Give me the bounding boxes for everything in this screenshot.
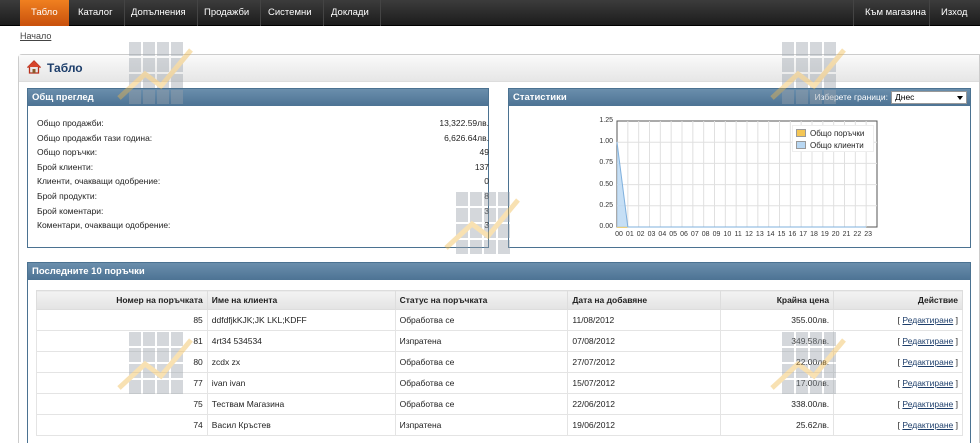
y-tick-label: 1.25 (599, 117, 613, 124)
order-date: 27/07/2012 (567, 351, 722, 373)
order-action-cell: [ Редактиране ] (833, 414, 963, 436)
col-header-status[interactable]: Статус на поръчката (394, 290, 569, 310)
table-row: 74 Васил Кръстев Изпратена 19/06/2012 25.62л… (36, 414, 963, 436)
table-row: 80 zcdx zx Обработва се 27/07/2012 22.00лв.[… (36, 351, 963, 373)
order-action-cell: [ Редактиране ] (833, 393, 963, 415)
y-tick-label: 1.00 (599, 138, 613, 146)
order-id: 80 (36, 351, 208, 373)
order-date: 11/08/2012 (567, 309, 722, 331)
order-action-cell: [ Редактиране ] (833, 351, 963, 373)
edit-order-link[interactable]: Редактиране (902, 420, 953, 430)
order-id: 81 (36, 330, 208, 352)
order-status: Обработва се (394, 351, 569, 373)
col-header-date[interactable]: Дата на добавяне (567, 290, 722, 310)
order-date: 15/07/2012 (567, 372, 722, 394)
order-action-cell: [ Редактиране ] (833, 330, 963, 352)
orders-table: Номер на поръчката Име на клиента Статус… (36, 290, 963, 436)
legend-label-orders: Общо поръчки (810, 129, 865, 138)
legend-label-customers: Общо клиенти (810, 141, 864, 150)
chart-legend: Общо поръчки Общо клиенти (792, 125, 874, 152)
edit-order-link[interactable]: Редактиране (902, 357, 953, 367)
legend-swatch-customers (796, 141, 806, 149)
order-status: Обработва се (394, 372, 569, 394)
order-action-cell: [ Редактиране ] (833, 372, 963, 394)
order-date: 07/08/2012 (567, 330, 722, 352)
y-tick-label: 0.00 (599, 223, 613, 230)
order-total: 17.00лв. (720, 372, 835, 394)
order-total: 338.00лв. (720, 393, 835, 415)
order-id: 77 (36, 372, 208, 394)
y-tick-label: 0.25 (599, 201, 613, 209)
order-id: 75 (36, 393, 208, 415)
order-total: 355.00лв. (720, 309, 835, 331)
table-row: 85 ddfdfjkKJK;JK LKL;KDFF Обработва се 11/0… (36, 309, 963, 331)
order-customer: ddfdfjkKJK;JK LKL;KDFF (206, 309, 396, 331)
order-customer: Тествам Магазина (206, 393, 396, 415)
order-status: Изпратена (394, 414, 569, 436)
order-id: 74 (36, 414, 208, 436)
legend-item-orders: Общо поръчки (796, 128, 864, 139)
order-customer: ivan ivan (206, 372, 396, 394)
y-tick-label: 0.75 (599, 159, 613, 167)
order-status: Изпратена (394, 330, 569, 352)
legend-swatch-orders (796, 129, 806, 137)
order-total: 25.62лв. (720, 414, 835, 436)
order-date: 22/06/2012 (567, 393, 722, 415)
order-id: 85 (36, 309, 208, 331)
order-total: 349.58лв. (720, 330, 835, 352)
col-header-order-id[interactable]: Номер на поръчката (36, 290, 208, 310)
orders-title: Последните 10 поръчки (28, 263, 970, 280)
order-status: Обработва се (394, 309, 569, 331)
edit-order-link[interactable]: Редактиране (902, 315, 953, 325)
order-date: 19/06/2012 (567, 414, 722, 436)
orders-header-row: Номер на поръчката Име на клиента Статус… (36, 290, 963, 310)
order-total: 22.00лв. (720, 351, 835, 373)
edit-order-link[interactable]: Редактиране (902, 399, 953, 409)
edit-order-link[interactable]: Редактиране (902, 336, 953, 346)
col-header-total[interactable]: Крайна цена (720, 290, 835, 310)
table-row: 77 ivan ivan Обработва се 15/07/2012 17.00лв… (36, 372, 963, 394)
col-header-customer[interactable]: Име на клиента (206, 290, 396, 310)
col-header-action: Действие (833, 290, 963, 310)
table-row: 75 Тествам Магазина Обработва се 22/06/2012… (36, 393, 963, 415)
x-tick-label: 23 (864, 231, 873, 238)
order-status: Обработва се (394, 393, 569, 415)
order-customer: Васил Кръстев (206, 414, 396, 436)
table-row: 81 4rt34 534534 Изпратена 07/08/2012 349.58л… (36, 330, 963, 352)
y-tick-label: 0.50 (599, 180, 613, 188)
order-customer: zcdx zx (206, 351, 396, 373)
legend-item-customers: Общо клиенти (796, 140, 864, 151)
order-customer: 4rt34 534534 (206, 330, 396, 352)
order-action-cell: [ Редактиране ] (833, 309, 963, 331)
edit-order-link[interactable]: Редактиране (902, 378, 953, 388)
